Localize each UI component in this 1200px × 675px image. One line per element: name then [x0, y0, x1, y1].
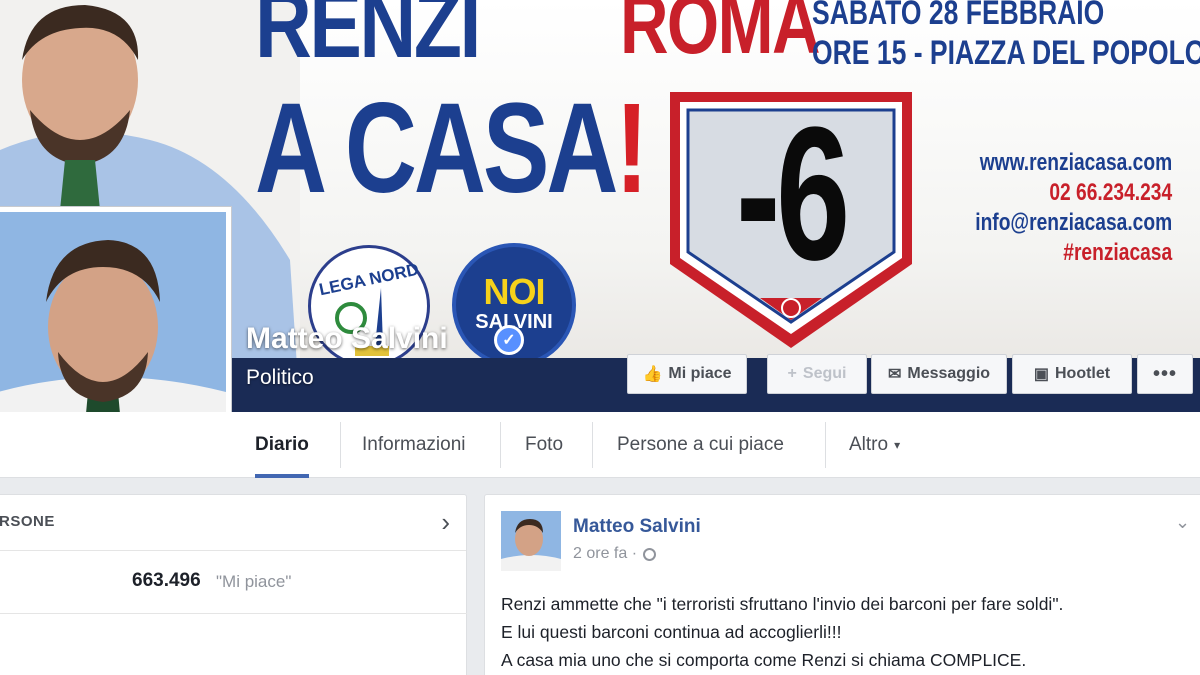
thumbs-up-icon: 👍	[642, 366, 663, 383]
post-line: Renzi ammette che "i terroristi sfruttan…	[501, 594, 1064, 614]
like-page-button[interactable]: 👍 Mi piace	[627, 354, 747, 394]
more-options-button[interactable]: •••	[1137, 354, 1193, 394]
post-body: Renzi ammette che "i terroristi sfruttan…	[501, 590, 1191, 674]
tab-separator	[825, 422, 826, 468]
tab-diario[interactable]: Diario	[255, 412, 309, 478]
cover-event-date: SABATO 28 FEBBRAIO	[812, 0, 1105, 32]
follow-button[interactable]: + Segui	[767, 354, 867, 394]
speech-bubble-icon: ✉	[887, 366, 902, 383]
cover-email: info@renziacasa.com	[975, 209, 1172, 236]
tab-persone-a-cui-piace[interactable]: Persone a cui piace	[617, 412, 784, 478]
message-button[interactable]: ✉ Messaggio	[871, 354, 1007, 394]
page-title[interactable]: Matteo Salvini	[246, 322, 448, 356]
hootlet-icon: ▣	[1033, 366, 1049, 383]
globe-icon	[643, 547, 657, 561]
tab-separator	[592, 422, 593, 468]
chevron-right-icon[interactable]: ›	[441, 507, 450, 538]
tab-informazioni[interactable]: Informazioni	[362, 412, 466, 478]
people-card-header[interactable]: RSONE ›	[0, 495, 466, 551]
plus-icon: +	[787, 365, 797, 382]
countdown-badge: -6	[664, 86, 918, 354]
cover-event-place: ORE 15 - PIAZZA DEL POPOLO	[812, 34, 1200, 72]
post-avatar-image	[501, 511, 561, 571]
cover-headline-exclamation: !	[615, 77, 648, 220]
cover-headline-line2: A CASA!	[255, 77, 649, 220]
cover-phone: 02 66.234.234	[1049, 179, 1172, 206]
divider	[0, 613, 467, 614]
post-line: A casa mia uno che si comporta come Renz…	[501, 650, 1027, 670]
post-author-avatar[interactable]	[501, 511, 561, 571]
likes-label: "Mi piace"	[216, 572, 292, 591]
post-author-name[interactable]: Matteo Salvini	[573, 516, 701, 538]
people-card-title: RSONE	[0, 513, 55, 530]
likes-count: 663.496	[132, 570, 201, 591]
hootlet-button[interactable]: ▣ Hootlet	[1012, 354, 1132, 394]
post-line: E lui questi barconi continua ad accogli…	[501, 622, 842, 642]
tab-separator	[340, 422, 341, 468]
page-tabs: Diario Informazioni Foto Persone a cui p…	[0, 412, 1200, 478]
cover-hashtag: #renziacasa	[1063, 239, 1172, 266]
post-options-chevron-down-icon[interactable]: ⌄	[1175, 512, 1190, 533]
cover-headline-line1: RENZI	[255, 0, 481, 78]
cover-website: www.renziacasa.com	[979, 149, 1172, 176]
tab-altro-label: Altro	[849, 434, 889, 455]
tab-foto[interactable]: Foto	[525, 412, 563, 478]
page-category[interactable]: Politico	[246, 366, 314, 390]
facebook-page: RENZI A CASA! ROMA SABATO 28 FEBBRAIO OR…	[0, 0, 1200, 675]
cover-city: ROMA	[620, 0, 821, 71]
caret-down-icon: ▾	[894, 438, 901, 452]
countdown-value: -6	[736, 88, 850, 300]
avatar	[0, 212, 226, 446]
tab-separator	[500, 422, 501, 468]
cover-contacts: www.renziacasa.com 02 66.234.234 info@re…	[926, 148, 1172, 268]
verified-badge-icon: ✓	[494, 325, 524, 355]
profile-person-image	[0, 212, 226, 446]
post-timestamp[interactable]: 2 ore fa ·	[573, 545, 657, 563]
tab-altro[interactable]: Altro ▾	[849, 412, 900, 478]
